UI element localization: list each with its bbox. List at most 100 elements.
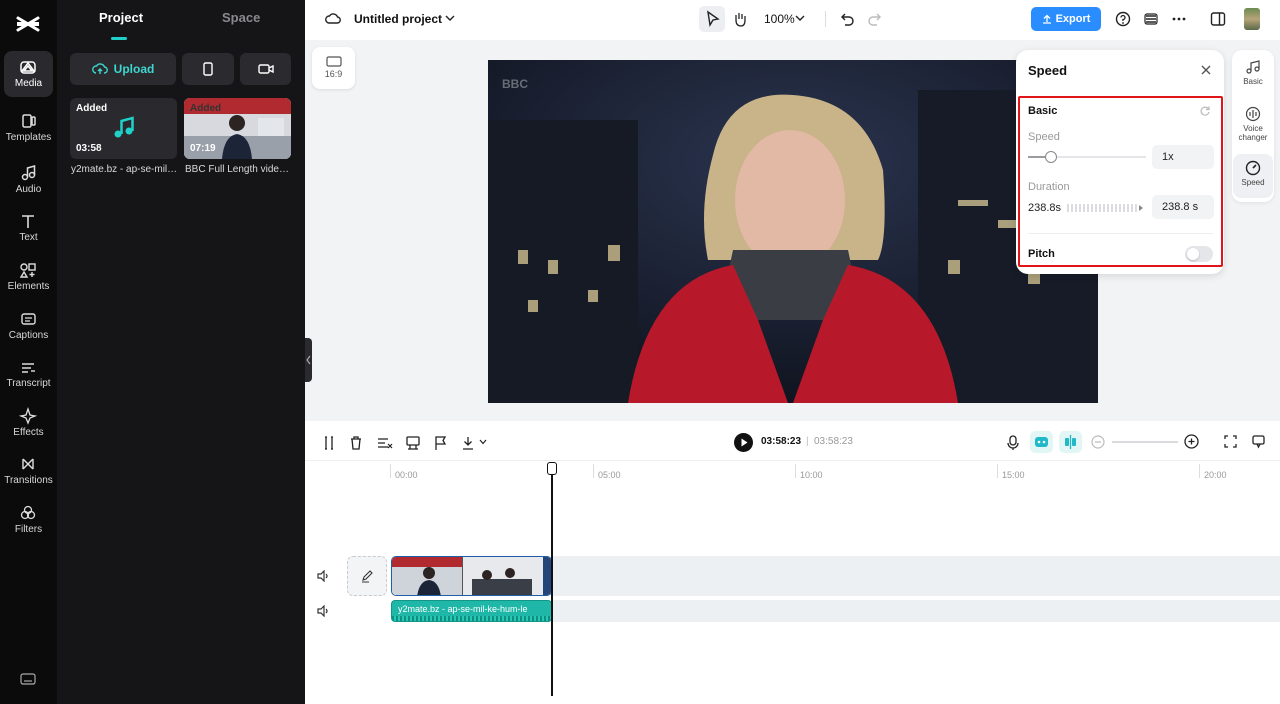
camera-icon (257, 64, 274, 74)
rail-item-elements[interactable]: Elements (4, 254, 53, 300)
export-label: Export (1055, 13, 1091, 25)
record-button[interactable] (240, 53, 291, 85)
rail-item-effects[interactable]: Effects (4, 400, 53, 446)
cover-button[interactable] (347, 556, 387, 596)
right-rail-basic[interactable]: Basic (1233, 56, 1273, 96)
avatar[interactable] (1244, 8, 1260, 30)
chevron-down-icon[interactable] (795, 14, 805, 22)
play-button[interactable] (734, 433, 753, 452)
microphone-icon[interactable] (1004, 434, 1022, 452)
hand-icon[interactable] (732, 10, 748, 28)
speed-panel-title: Speed (1028, 63, 1068, 78)
link-toggle[interactable] (1059, 431, 1082, 453)
rail-item-label: Transitions (4, 475, 53, 486)
ruler-tick (390, 464, 391, 478)
rail-item-label: Effects (13, 427, 44, 438)
zoom-in-icon[interactable] (1184, 434, 1199, 449)
flag-icon[interactable] (432, 434, 450, 452)
magnet-toggle[interactable] (1030, 431, 1053, 453)
more-icon[interactable] (1171, 11, 1187, 27)
audio-clip[interactable]: y2mate.bz - ap-se-mil-ke-hum-le (391, 600, 552, 622)
tab-underline (111, 37, 127, 40)
rail-item-templates[interactable]: Templates (4, 105, 53, 151)
volume-icon[interactable] (316, 570, 330, 582)
playhead[interactable] (551, 470, 553, 696)
rail-item-label: Templates (5, 132, 52, 143)
duration-badge: 07:19 (190, 143, 216, 154)
rail-item-label: Audio (15, 184, 42, 195)
rail-item-transitions[interactable]: Transitions (4, 448, 53, 494)
ruler-tick (593, 464, 594, 478)
highlight-box (1018, 96, 1223, 267)
ruler-label: 20:00 (1204, 470, 1227, 480)
media-thumb-video[interactable]: Added 07:19 (184, 98, 291, 159)
ruler-label: 05:00 (598, 470, 621, 480)
rail-item-text[interactable]: Text (4, 205, 53, 251)
cloud-icon[interactable] (325, 11, 341, 25)
upload-icon (1042, 14, 1051, 24)
video-frame-image: BBC (488, 60, 1098, 403)
rail-item-captions[interactable]: Captions (4, 303, 53, 349)
layers-icon[interactable] (1143, 11, 1159, 27)
video-clip[interactable] (391, 556, 552, 596)
media-thumb-audio[interactable]: Added 03:58 (70, 98, 177, 159)
ruler-label: 10:00 (800, 470, 823, 480)
music-note-icon (21, 165, 36, 181)
phone-icon (203, 62, 213, 76)
right-rail-voice-changer[interactable]: Voice changer (1233, 103, 1273, 149)
video-clip-thumbnails (392, 557, 551, 595)
zoom-level[interactable]: 100% (764, 12, 795, 26)
top-bar: Untitled project 100% Export (305, 0, 1280, 40)
fit-icon[interactable] (1223, 434, 1238, 449)
rail-item-transcript[interactable]: Transcript (4, 351, 53, 397)
delete-icon[interactable] (347, 434, 365, 452)
rail-item-audio[interactable]: Audio (4, 157, 53, 203)
video-preview[interactable]: BBC (488, 60, 1098, 403)
tab-space[interactable]: Space (222, 10, 260, 25)
project-title[interactable]: Untitled project (354, 12, 442, 26)
playhead-handle[interactable] (547, 462, 557, 475)
cloud-upload-icon (91, 63, 108, 74)
help-icon[interactable] (1115, 11, 1131, 27)
chevron-down-icon[interactable] (445, 14, 455, 22)
right-rail-label: Basic (1243, 77, 1263, 86)
undo-icon[interactable] (839, 11, 855, 27)
tab-project[interactable]: Project (99, 10, 143, 25)
media-caption: BBC Full Length video... (185, 164, 292, 175)
panel-collapse-handle[interactable] (305, 338, 312, 382)
close-icon[interactable] (1200, 64, 1212, 76)
phone-upload-button[interactable] (182, 53, 234, 85)
export-button[interactable]: Export (1031, 7, 1101, 31)
select-tool-button[interactable] (699, 6, 725, 32)
voice-changer-icon (1245, 106, 1261, 122)
zoom-out-icon[interactable] (1091, 435, 1105, 449)
robot-icon (1035, 437, 1048, 447)
volume-icon[interactable] (316, 605, 330, 617)
freeze-icon[interactable] (404, 434, 422, 452)
comment-icon[interactable] (1251, 434, 1266, 449)
auto-cut-icon[interactable] (376, 434, 394, 452)
split-icon[interactable] (320, 434, 338, 452)
chevron-down-icon[interactable] (479, 439, 487, 445)
zoom-slider[interactable] (1112, 441, 1178, 443)
captions-icon (21, 313, 36, 325)
rail-item-label: Filters (14, 524, 43, 535)
music-note-icon (1246, 60, 1260, 74)
right-rail-speed[interactable]: Speed (1233, 154, 1273, 198)
rail-item-media[interactable]: Media (4, 51, 53, 97)
ruler-tick (997, 464, 998, 478)
rail-item-label: Captions (8, 330, 49, 341)
aspect-ratio-button[interactable]: 16:9 (312, 47, 355, 89)
rail-item-filters[interactable]: Filters (4, 497, 53, 543)
upload-button[interactable]: Upload (70, 53, 176, 85)
capcut-logo-icon[interactable] (14, 10, 42, 38)
added-tag: Added (190, 103, 222, 114)
ruler-tick (1199, 464, 1200, 478)
keyboard-icon[interactable] (20, 672, 36, 686)
panel-layout-icon[interactable] (1210, 11, 1226, 27)
download-icon[interactable] (460, 434, 478, 452)
cursor-icon (707, 10, 720, 28)
total-time: 03:58:23 (814, 436, 853, 447)
redo-icon[interactable] (867, 11, 883, 27)
audio-clip-label: y2mate.bz - ap-se-mil-ke-hum-le (398, 604, 528, 614)
